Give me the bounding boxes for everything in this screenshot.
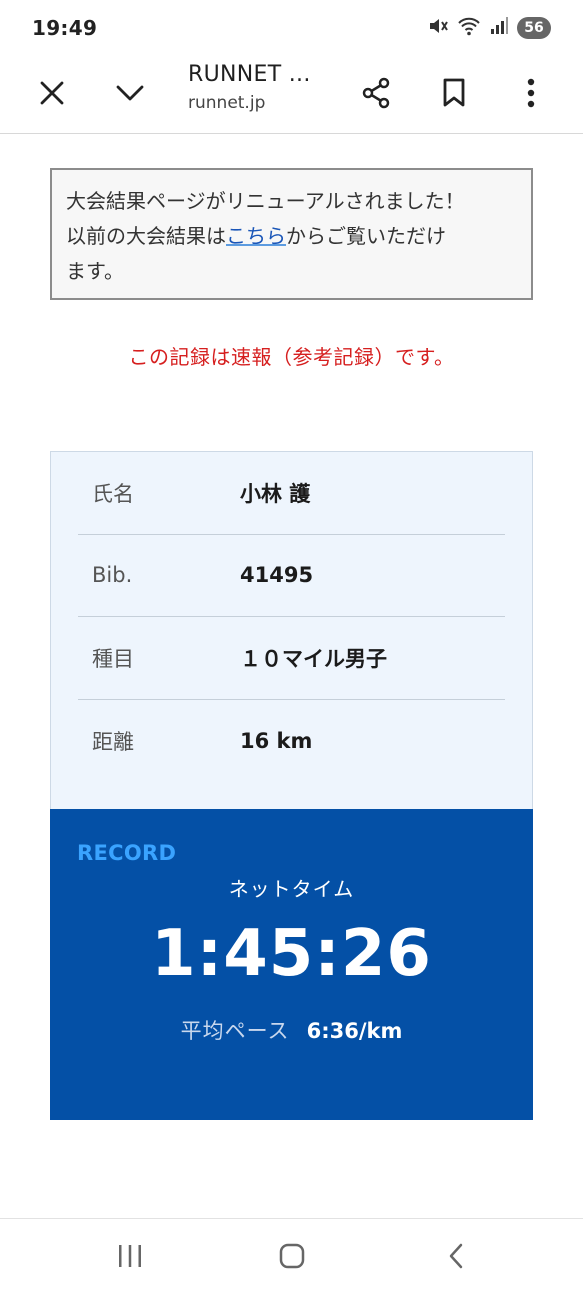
status-icons: 56 [427, 15, 551, 41]
browser-toolbar: RUNNET ... runnet.jp [0, 56, 583, 134]
share-button[interactable] [352, 71, 400, 119]
close-button[interactable] [28, 71, 76, 119]
site-title: RUNNET ... [188, 62, 311, 87]
net-time-value: 1:45:26 [151, 917, 432, 991]
system-nav-bar [0, 1218, 583, 1296]
info-row-event: 種目 １０マイル男子 [78, 617, 505, 700]
status-time: 19:49 [32, 16, 98, 40]
record-panel: RECORD ネットタイム 1:45:26 平均ペース 6:36/km [50, 809, 533, 1120]
notice-box: 大会結果ページがリニューアルされました！ 以前の大会結果はこちらからご覧いただけ… [50, 168, 533, 300]
close-icon [39, 80, 65, 110]
more-vert-icon [527, 78, 535, 112]
more-button[interactable] [507, 71, 555, 119]
mute-icon [427, 15, 449, 41]
preliminary-warning: この記録は速報（参考記録）です。 [128, 345, 455, 369]
info-label: 氏名 [92, 481, 134, 506]
info-label: 種目 [92, 646, 134, 671]
pace-row: 平均ペース 6:36/km [50, 1015, 533, 1045]
notice-text-before: 以前の大会結果は [66, 224, 226, 248]
info-value: 小林 護 [240, 481, 311, 506]
notice-line-2: 以前の大会結果はこちらからご覧いただけ [66, 219, 517, 254]
net-time-label: ネットタイム [228, 877, 355, 901]
info-value: 41495 [240, 563, 314, 588]
share-icon [361, 77, 391, 113]
info-label: Bib. [92, 563, 133, 588]
runner-info-panel: 氏名 小林 護 Bib. 41495 種目 １０マイル男子 距離 16 km [50, 451, 533, 809]
pace-label: 平均ペース [180, 1019, 290, 1043]
battery-badge: 56 [517, 17, 551, 39]
info-value: 16 km [240, 728, 313, 753]
recents-button[interactable] [106, 1235, 154, 1281]
record-label: RECORD [77, 841, 177, 865]
back-button[interactable] [432, 1235, 480, 1281]
info-row-name: 氏名 小林 護 [78, 452, 505, 535]
back-icon [446, 1242, 466, 1274]
notice-line-3: ます。 [66, 259, 124, 283]
status-bar: 19:49 56 [0, 0, 583, 56]
home-button[interactable] [268, 1235, 316, 1281]
home-icon [278, 1242, 306, 1274]
notice-text-after: からご覧いただけ [286, 224, 446, 248]
page-content: 大会結果ページがリニューアルされました！ 以前の大会結果はこちらからご覧いただけ… [0, 135, 583, 1218]
info-label: 距離 [92, 729, 134, 754]
info-value: １０マイル男子 [240, 646, 387, 671]
pace-value: 6:36/km [306, 1019, 403, 1043]
recents-icon [116, 1243, 144, 1273]
screen: 19:49 56 RUNNET ... runnet.jp 大会結果ページがリニ… [0, 0, 583, 1296]
info-row-distance: 距離 16 km [78, 700, 505, 783]
bookmark-button[interactable] [430, 71, 478, 119]
title-block[interactable]: RUNNET ... runnet.jp [188, 62, 311, 113]
wifi-icon [457, 15, 481, 41]
chevron-down-icon [115, 83, 145, 107]
bookmark-icon [442, 78, 466, 112]
signal-icon [489, 16, 509, 40]
site-url: runnet.jp [188, 93, 266, 113]
info-row-bib: Bib. 41495 [78, 535, 505, 617]
notice-line-1: 大会結果ページがリニューアルされました！ [66, 189, 465, 213]
old-results-link[interactable]: こちら [226, 224, 286, 248]
expand-button[interactable] [106, 71, 154, 119]
